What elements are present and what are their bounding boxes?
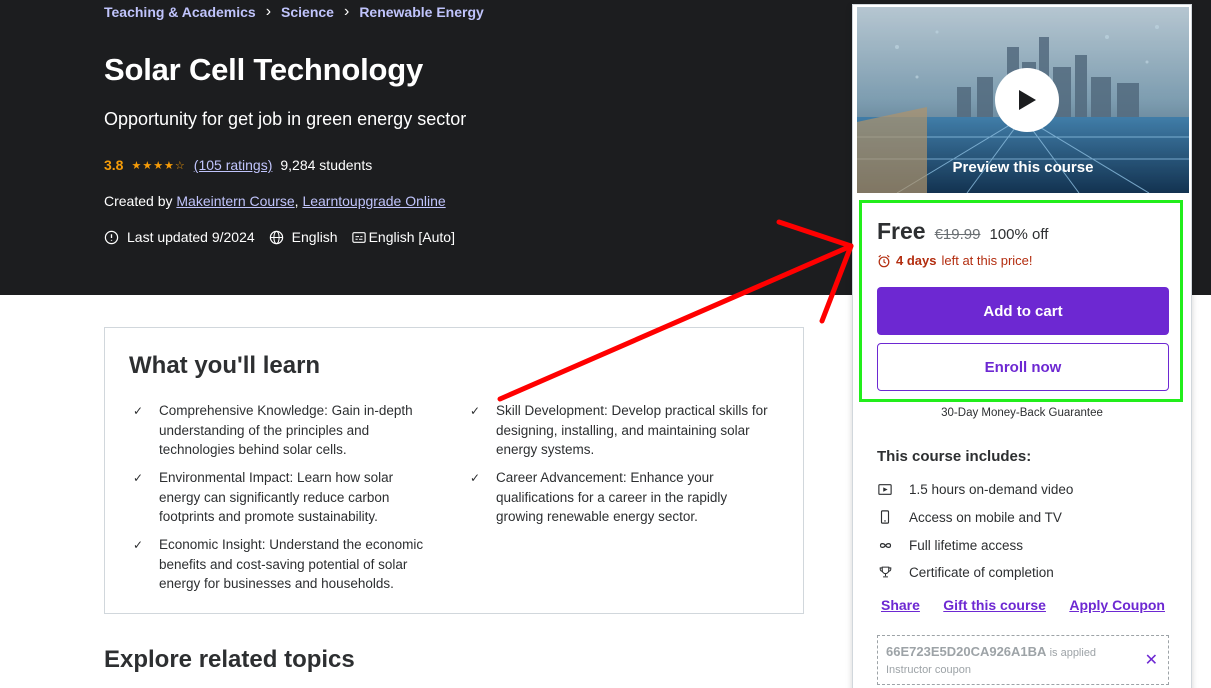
timer-days: 4 days	[896, 253, 937, 268]
ratings-count-link[interactable]: (105 ratings)	[194, 157, 273, 173]
play-button[interactable]	[995, 68, 1059, 132]
learn-item: ✓ Comprehensive Knowledge: Gain in-depth…	[133, 401, 433, 460]
current-price: Free	[877, 218, 926, 244]
purchase-sidebar: Preview this course Free €19.99 100% off…	[852, 4, 1192, 688]
check-icon: ✓	[133, 538, 144, 552]
check-icon: ✓	[470, 471, 481, 485]
coupon-type: Instructor coupon	[886, 664, 971, 676]
video-icon	[878, 483, 892, 495]
gift-course-link[interactable]: Gift this course	[943, 597, 1046, 613]
learn-title: What you'll learn	[129, 352, 321, 379]
learn-item: ✓ Skill Development: Develop practical s…	[470, 401, 770, 460]
learn-item: ✓ Career Advancement: Enhance your quali…	[470, 468, 770, 527]
enroll-now-button[interactable]: Enroll now	[877, 343, 1169, 391]
infinity-icon	[879, 542, 891, 548]
instructor-link-learntoupgrade[interactable]: Learntoupgrade Online	[302, 193, 445, 209]
price-row: Free €19.99 100% off	[877, 218, 1048, 245]
coupon-applied-text: is applied	[1049, 647, 1097, 659]
rating-value: 3.8	[104, 157, 124, 173]
course-captions: English [Auto]	[368, 229, 455, 245]
includes-item: Access on mobile and TV	[877, 509, 1062, 525]
learn-item: ✓ Economic Insight: Understand the econo…	[133, 535, 433, 594]
mobile-icon	[880, 510, 890, 524]
check-icon: ✓	[470, 404, 481, 418]
course-preview[interactable]: Preview this course	[857, 7, 1189, 193]
includes-item: 1.5 hours on-demand video	[877, 481, 1073, 497]
check-icon: ✓	[133, 471, 144, 485]
discount-percent: 100% off	[989, 226, 1049, 243]
course-language: English	[291, 229, 338, 245]
chevron-right-icon: ›	[265, 3, 272, 20]
apply-coupon-link[interactable]: Apply Coupon	[1069, 597, 1165, 613]
course-meta: Last updated 9/2024 English English [Aut…	[104, 229, 469, 245]
includes-item: Full lifetime access	[877, 537, 1023, 553]
coupon-code-line: 66E723E5D20CA926A1BA is applied	[886, 644, 1096, 659]
share-link[interactable]: Share	[881, 597, 920, 613]
learn-item-text: Skill Development: Develop practical ski…	[496, 403, 768, 457]
coupon-code: 66E723E5D20CA926A1BA	[886, 644, 1046, 659]
learn-item: ✓ Environmental Impact: Learn how solar …	[133, 468, 433, 527]
check-icon: ✓	[133, 404, 144, 418]
breadcrumb: Teaching & Academics › Science › Renewab…	[104, 3, 484, 21]
action-links: Share Gift this course Apply Coupon	[881, 597, 1165, 613]
what-youll-learn-section: What you'll learn ✓ Comprehensive Knowle…	[104, 327, 804, 614]
includes-title: This course includes:	[877, 448, 1032, 465]
preview-caption: Preview this course	[952, 159, 1094, 176]
includes-item-text: Access on mobile and TV	[909, 509, 1062, 525]
applied-coupon: 66E723E5D20CA926A1BA is applied Instruct…	[877, 635, 1169, 685]
learn-item-text: Comprehensive Knowledge: Gain in-depth u…	[159, 403, 413, 457]
breadcrumb-link-renewable[interactable]: Renewable Energy	[359, 4, 484, 20]
alarm-clock-icon	[878, 254, 890, 267]
includes-item: Certificate of completion	[877, 564, 1054, 580]
breadcrumb-link-teaching[interactable]: Teaching & Academics	[104, 4, 256, 20]
learn-item-text: Career Advancement: Enhance your qualifi…	[496, 470, 728, 524]
timer-text: left at this price!	[941, 253, 1033, 268]
chevron-right-icon: ›	[343, 3, 350, 20]
original-price: €19.99	[934, 226, 981, 243]
price-timer: 4 days left at this price!	[877, 253, 1033, 268]
students-count: 9,284 students	[280, 157, 373, 173]
alert-badge-icon	[104, 230, 119, 244]
includes-item-text: Certificate of completion	[909, 564, 1054, 580]
learn-item-text: Environmental Impact: Learn how solar en…	[159, 470, 394, 524]
instructor-separator: ,	[294, 193, 299, 209]
course-title: Solar Cell Technology	[104, 52, 424, 87]
explore-related-topics-title: Explore related topics	[104, 646, 355, 673]
rating-row: 3.8 ★★★★☆ (105 ratings) 9,284 students	[104, 157, 372, 173]
course-subtitle: Opportunity for get job in green energy …	[104, 109, 467, 129]
add-to-cart-button[interactable]: Add to cart	[877, 287, 1169, 335]
includes-item-text: 1.5 hours on-demand video	[909, 481, 1074, 497]
closed-captions-icon	[351, 231, 366, 243]
trophy-icon	[879, 566, 891, 578]
play-icon	[1019, 90, 1036, 110]
created-by: Created by Makeintern Course, Learntoupg…	[104, 193, 446, 209]
money-back-guarantee: 30-Day Money-Back Guarantee	[941, 407, 1103, 419]
globe-icon	[269, 230, 283, 244]
remove-coupon-close-icon[interactable]: ✕	[1145, 650, 1158, 670]
created-by-label: Created by	[104, 193, 173, 209]
instructor-link-makeintern[interactable]: Makeintern Course	[176, 193, 294, 209]
star-rating-icon: ★★★★☆	[131, 159, 186, 172]
learn-item-text: Economic Insight: Understand the economi…	[159, 537, 424, 591]
last-updated: Last updated 9/2024	[127, 229, 255, 245]
breadcrumb-link-science[interactable]: Science	[281, 4, 334, 20]
includes-item-text: Full lifetime access	[909, 537, 1024, 553]
